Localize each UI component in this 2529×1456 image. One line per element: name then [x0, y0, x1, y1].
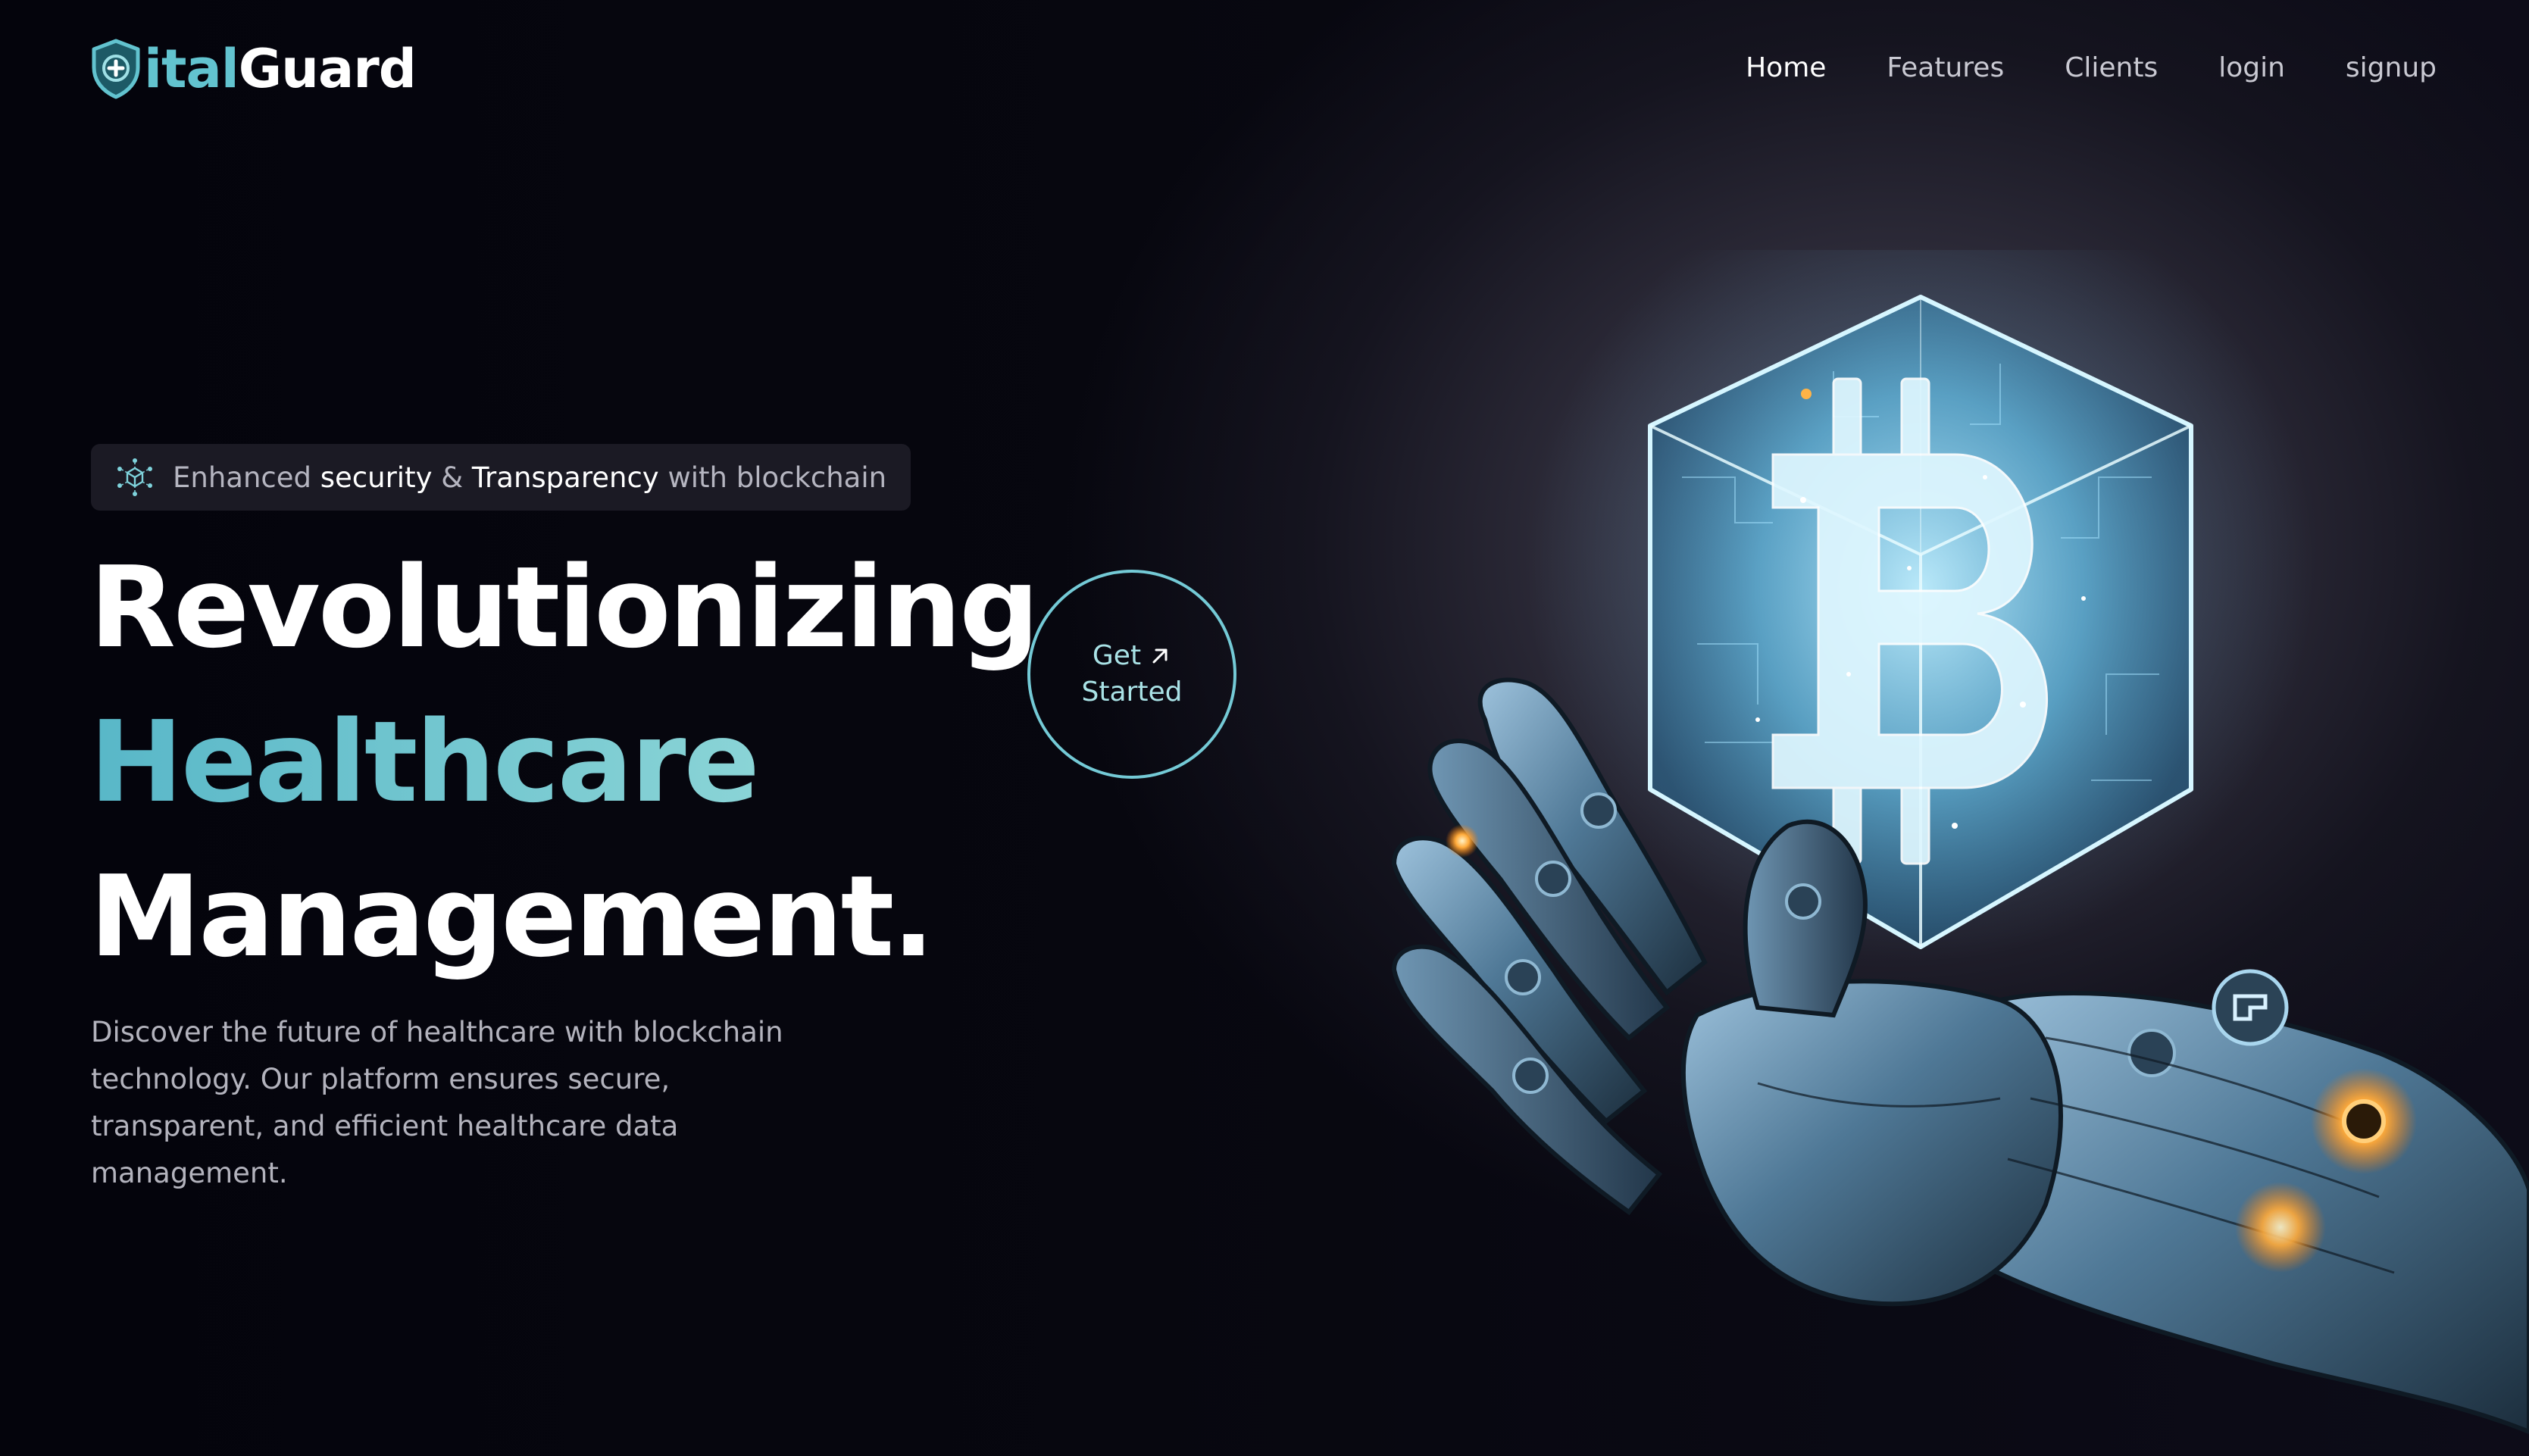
hero-illustration: [1379, 250, 2529, 1456]
get-started-button[interactable]: Get Started: [1027, 570, 1236, 779]
headline-line-3: Management.: [89, 851, 935, 982]
nav-item-clients[interactable]: Clients: [2065, 47, 2158, 89]
logo-prefix: ital: [144, 38, 239, 100]
main-nav: Home Features Clients login signup: [1746, 47, 2437, 89]
logo-wordmark: italGuard: [144, 42, 417, 95]
cta-label-line-2: Started: [1081, 676, 1183, 708]
headline-line-2: Healthcare: [89, 685, 1037, 839]
blockchain-cube-icon: [117, 458, 152, 496]
nav-item-login[interactable]: login: [2218, 47, 2285, 89]
brand-logo[interactable]: italGuard: [89, 36, 417, 102]
badge-text-3: with blockchain: [667, 461, 887, 494]
shield-plus-icon: [92, 39, 140, 99]
nav-item-home[interactable]: Home: [1746, 47, 1826, 89]
feature-badge: Enhanced security & Transparency with bl…: [91, 444, 911, 511]
cta-label-line-1: Get: [1092, 640, 1142, 671]
badge-text-1: Enhanced: [173, 461, 311, 494]
headline-line-1: Revolutionizing: [89, 542, 1039, 673]
hero-headline: Revolutionizing Healthcare Management.: [89, 530, 1039, 994]
hero-description: Discover the future of healthcare with b…: [91, 1016, 783, 1189]
robotic-hand-bitcoin-image: [1391, 250, 2529, 1435]
badge-text: Enhanced security & Transparency with bl…: [173, 461, 886, 494]
logo-suffix: Guard: [238, 38, 417, 100]
badge-text-2: &: [441, 461, 464, 494]
arrow-up-right-icon: [1152, 648, 1168, 664]
nav-item-features[interactable]: Features: [1887, 47, 2004, 89]
badge-highlight-security: security: [320, 461, 433, 494]
landing-page: italGuard Home Features Clients login si…: [0, 0, 2529, 1456]
nav-item-signup[interactable]: signup: [2346, 47, 2437, 89]
badge-highlight-transparency: Transparency: [471, 461, 659, 494]
